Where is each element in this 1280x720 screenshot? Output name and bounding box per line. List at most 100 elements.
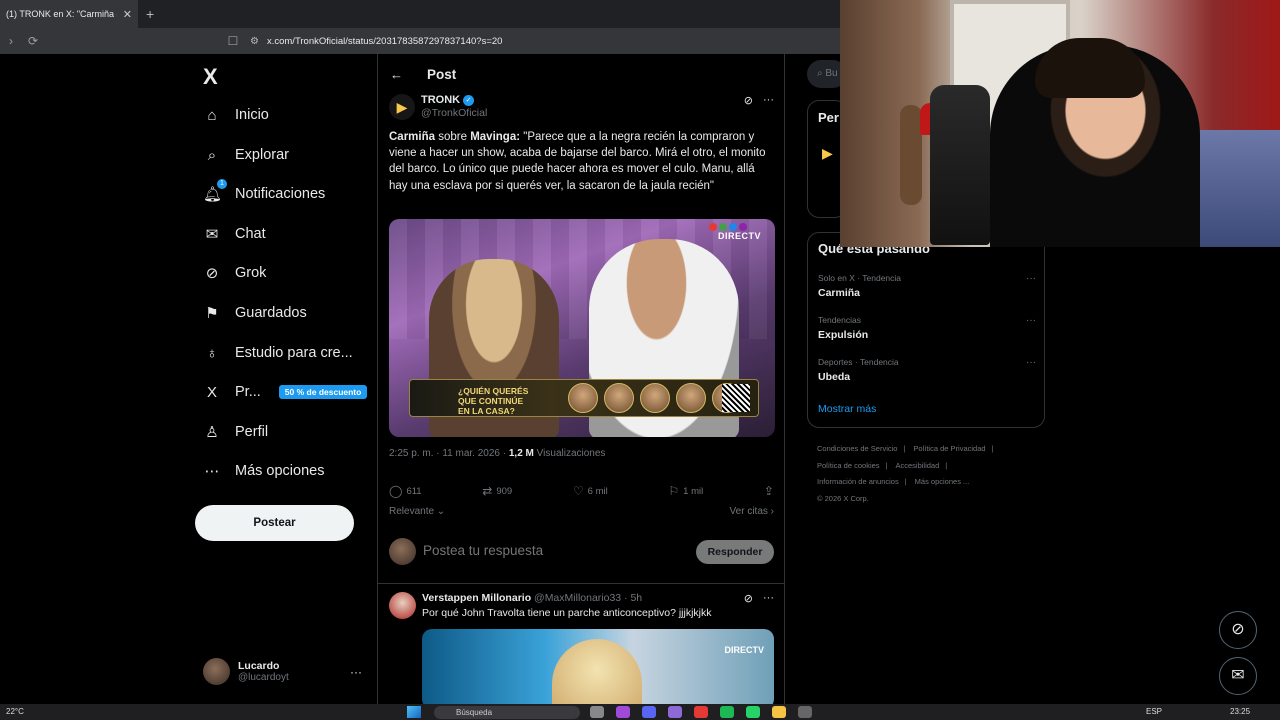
trend-item[interactable]: Deportes · Tendencia Ubeda ··· <box>818 357 1036 387</box>
nav-explore[interactable]: ⌕ Explorar <box>203 142 289 168</box>
search-placeholder: Bu <box>825 68 838 79</box>
trend-context: Solo en X · Tendencia <box>818 273 902 283</box>
bookmark-icon: ⚐ <box>668 484 680 498</box>
reply-action[interactable]: ◯ 611 <box>389 484 422 498</box>
show-more-link[interactable]: Mostrar más <box>818 403 876 415</box>
trend-more-icon[interactable]: ··· <box>1026 357 1036 368</box>
view-quotes-link[interactable]: Ver citas › <box>730 506 774 517</box>
grok-icon: ⊘ <box>1231 621 1245 638</box>
footer-link[interactable]: Condiciones de Servicio <box>817 444 897 453</box>
author-name-row[interactable]: TRONK ✓ <box>421 94 475 106</box>
nav-premium[interactable]: X Pr... 50 % de descuento <box>203 379 368 405</box>
app-icon[interactable] <box>616 706 630 718</box>
trends-panel: Qué está pasando Solo en X · Tendencia C… <box>807 232 1045 428</box>
url-field[interactable]: ⚙ x.com/TronkOficial/status/203178358729… <box>250 31 840 51</box>
trend-more-icon[interactable]: ··· <box>1026 315 1036 326</box>
browser-app-icon[interactable] <box>694 706 708 718</box>
nav-notifications[interactable]: 🔔︎ 1 Notificaciones <box>203 179 326 207</box>
clock[interactable]: 23:25 <box>1230 707 1250 716</box>
mention-mavinga: Mavinga: <box>470 131 521 143</box>
repost-count: 909 <box>496 485 513 497</box>
overlay-line-1: ¿QUIÉN QUERÉS <box>458 386 529 396</box>
nav-creator-studio-label: Estudio para cre... <box>235 345 353 361</box>
nav-more[interactable]: ⋯ Más opciones <box>203 458 325 484</box>
bookmark-action[interactable]: ⚐ 1 mil <box>668 484 703 498</box>
new-tab-button[interactable]: + <box>146 6 154 22</box>
webcam-overlay <box>840 0 1280 247</box>
browser-tab[interactable]: (1) TRONK en X: "Carmiña so ✕ <box>0 0 138 28</box>
account-more-icon[interactable]: ··· <box>350 665 362 679</box>
nav-creator-studio[interactable]: ♁ Estudio para cre... <box>203 340 353 366</box>
reply-author-name[interactable]: Verstappen Millonario <box>422 592 531 604</box>
taskbar-apps <box>590 706 812 718</box>
nav-home[interactable]: ⌂ Inicio <box>203 102 268 128</box>
trend-item[interactable]: Tendencias Expulsión ··· <box>818 315 1036 345</box>
webcam-hair <box>1035 38 1145 98</box>
share-action[interactable]: ⇪ <box>764 484 774 498</box>
reply-more-icon[interactable]: ··· <box>763 592 774 605</box>
flask-icon: ♁ <box>206 344 218 362</box>
discount-badge: 50 % de descuento <box>278 385 368 399</box>
tab-close-icon[interactable]: ✕ <box>123 8 132 21</box>
bookmark-page-icon[interactable]: ☐ <box>222 34 244 48</box>
trend-item[interactable]: Solo en X · Tendencia Carmiña ··· <box>818 273 1036 303</box>
nav-bookmarks-label: Guardados <box>235 305 307 321</box>
language-indicator[interactable]: ESP <box>1146 707 1162 716</box>
reply-input[interactable] <box>423 543 673 558</box>
reply-button[interactable]: Responder <box>696 540 774 564</box>
grok-float-button[interactable]: ⊘ <box>1219 611 1257 649</box>
trend-context: Deportes · Tendencia <box>818 357 899 367</box>
share-icon: ⇪ <box>763 484 774 498</box>
whatsapp-icon[interactable] <box>746 706 760 718</box>
post-text-mid: sobre <box>435 131 471 143</box>
footer-link[interactable]: Información de anuncios <box>817 477 899 486</box>
chevron-down-icon: ⌄ <box>434 506 446 517</box>
forward-icon[interactable]: › <box>0 34 22 48</box>
mail-icon: ✉ <box>205 226 219 243</box>
post-more-icon[interactable]: ··· <box>763 94 774 107</box>
spotify-icon[interactable] <box>720 706 734 718</box>
author-handle[interactable]: @TronkOficial <box>421 107 487 119</box>
taskbar-search[interactable]: Búsqueda <box>434 706 580 719</box>
x-logo-icon[interactable]: X <box>203 64 218 90</box>
taskview-icon[interactable] <box>590 706 604 718</box>
nav-more-label: Más opciones <box>235 463 325 479</box>
folder-icon[interactable] <box>772 706 786 718</box>
grok-explain-icon[interactable]: ⊘ <box>744 592 753 605</box>
reply-author-avatar[interactable] <box>389 592 416 619</box>
post-time[interactable]: 2:25 p. m. · 11 mar. 2026 · <box>389 448 509 459</box>
reload-icon[interactable]: ⟳ <box>22 34 44 48</box>
messages-float-button[interactable]: ✉ <box>1219 657 1257 695</box>
reply-media-image[interactable]: DIRECTV <box>422 629 774 704</box>
app-icon[interactable] <box>642 706 656 718</box>
nav-grok[interactable]: ⊘ Grok <box>203 260 267 286</box>
grok-explain-icon[interactable]: ⊘ <box>744 94 753 107</box>
reply-post[interactable]: Verstappen Millonario @MaxMillonario33 ·… <box>389 592 774 704</box>
nav-chat[interactable]: ✉ Chat <box>203 221 266 247</box>
nav-profile[interactable]: ♙ Perfil <box>203 419 268 445</box>
sort-dropdown[interactable]: Relevante ⌄ <box>389 506 445 517</box>
nav-notifications-label: Notificaciones <box>235 186 326 202</box>
weather-widget[interactable]: 22°C <box>6 707 24 716</box>
post-button[interactable]: Postear <box>195 505 354 541</box>
nav-bookmarks[interactable]: ⚑ Guardados <box>203 300 307 326</box>
footer-link[interactable]: Más opciones ... <box>915 477 970 486</box>
overlay-line-3: EN LA CASA? <box>458 406 515 416</box>
footer-link[interactable]: Política de Privacidad <box>913 444 985 453</box>
main-column: ← Post ▶ TRONK ✓ @TronkOficial ⊘ ··· Car… <box>377 54 785 704</box>
back-arrow-icon[interactable]: ← <box>390 67 403 82</box>
account-switcher[interactable]: Lucardo @lucardoyt <box>203 658 289 685</box>
author-avatar[interactable]: ▶ <box>389 94 415 120</box>
like-action[interactable]: ♡ 6 mil <box>573 484 608 498</box>
app-icon[interactable] <box>798 706 812 718</box>
site-info-icon[interactable]: ⚙ <box>250 36 259 47</box>
footer-link[interactable]: Accesibilidad <box>896 461 940 470</box>
post-media-image[interactable]: DIRECTV ¿QUIÉN QUERÉS QUE CONTINÚE EN LA… <box>389 219 775 437</box>
repost-action[interactable]: ⇄ 909 <box>482 484 512 498</box>
person-icon: ♙ <box>205 424 219 441</box>
media-person <box>552 639 642 704</box>
trend-more-icon[interactable]: ··· <box>1026 273 1036 284</box>
windows-start-icon[interactable] <box>407 706 421 718</box>
app-icon[interactable] <box>668 706 682 718</box>
footer-link[interactable]: Política de cookies <box>817 461 880 470</box>
